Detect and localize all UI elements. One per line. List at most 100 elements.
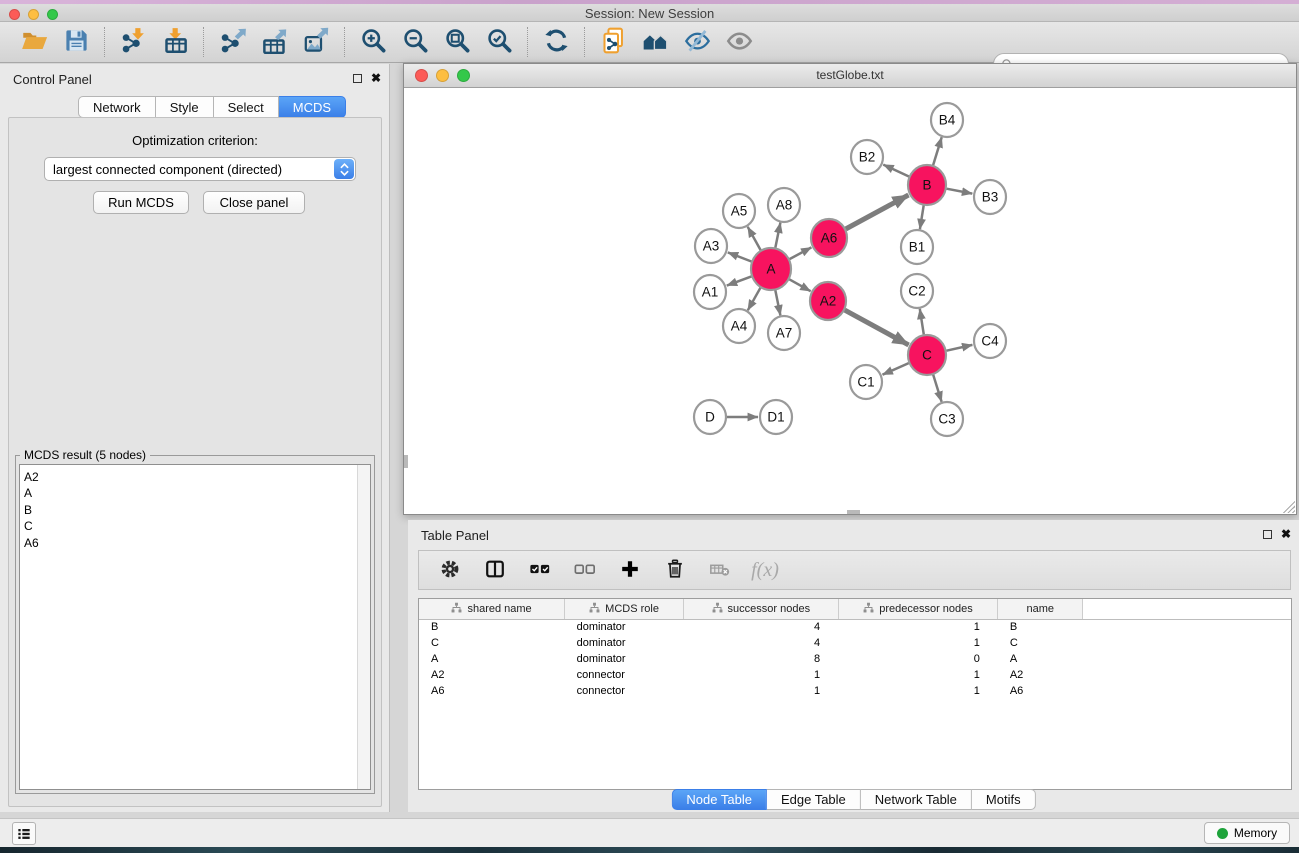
result-list-scrollbar[interactable] <box>357 465 370 789</box>
uncheck-all-button[interactable] <box>570 555 600 585</box>
eye-button[interactable] <box>722 25 756 59</box>
table-cell[interactable]: 8 <box>683 651 838 667</box>
column-header-shared-name[interactable]: shared name <box>419 599 565 619</box>
tab-select[interactable]: Select <box>214 96 279 118</box>
edge-A-A2[interactable] <box>789 279 810 291</box>
edge-C-C4[interactable] <box>947 345 973 351</box>
table-cell[interactable]: 0 <box>838 651 998 667</box>
mcds-result-list[interactable]: A2ABCA6 <box>19 464 371 790</box>
table-cell[interactable]: B <box>419 619 565 635</box>
canvas-horizontal-scroll-thumb[interactable] <box>847 510 860 514</box>
table-cell[interactable]: 1 <box>838 635 998 651</box>
edge-A-A5[interactable] <box>748 227 761 251</box>
node-A6[interactable]: A6 <box>811 219 847 257</box>
node-A1[interactable]: A1 <box>694 275 726 309</box>
tab-network[interactable]: Network <box>78 96 156 118</box>
node-C1[interactable]: C1 <box>850 365 882 399</box>
export-image-button[interactable] <box>299 25 333 59</box>
table-cell[interactable]: A2 <box>998 667 1083 683</box>
node-A8[interactable]: A8 <box>768 188 800 222</box>
edge-A-A8[interactable] <box>775 223 780 249</box>
result-item[interactable]: A <box>24 485 370 501</box>
zoom-out-button[interactable] <box>398 25 432 59</box>
node-A7[interactable]: A7 <box>768 316 800 350</box>
save-button[interactable] <box>59 25 93 59</box>
table-cell[interactable]: 1 <box>838 683 998 699</box>
table-row[interactable]: Bdominator41B <box>419 619 1291 635</box>
close-table-panel-icon[interactable]: ✖ <box>1281 528 1291 540</box>
node-A3[interactable]: A3 <box>695 229 727 263</box>
node-B3[interactable]: B3 <box>974 180 1006 214</box>
table-cell[interactable]: 4 <box>683 635 838 651</box>
result-item[interactable]: B <box>24 502 370 518</box>
table-cell[interactable]: A6 <box>998 683 1083 699</box>
table-cell[interactable]: A <box>998 651 1083 667</box>
node-C3[interactable]: C3 <box>931 402 963 436</box>
table-cell[interactable]: A <box>419 651 565 667</box>
edge-A2-C[interactable] <box>845 310 909 345</box>
tab-edge-table[interactable]: Edge Table <box>767 789 861 810</box>
node-A4[interactable]: A4 <box>723 309 755 343</box>
canvas-vertical-scroll-thumb[interactable] <box>404 455 408 468</box>
table-cell[interactable]: 4 <box>683 619 838 635</box>
add-row-button[interactable] <box>615 555 645 585</box>
tab-style[interactable]: Style <box>156 96 214 118</box>
result-item[interactable]: A2 <box>24 469 370 485</box>
node-A5[interactable]: A5 <box>723 194 755 228</box>
table-cell[interactable]: A6 <box>419 683 565 699</box>
node-D1[interactable]: D1 <box>760 400 792 434</box>
float-panel-icon[interactable] <box>353 74 362 83</box>
node-B1[interactable]: B1 <box>901 230 933 264</box>
edge-A-A1[interactable] <box>727 276 752 285</box>
close-panel-button[interactable]: Close panel <box>203 191 305 214</box>
export-network-button[interactable] <box>215 25 249 59</box>
eye-slash-button[interactable] <box>680 25 714 59</box>
table-row[interactable]: A2connector11A2 <box>419 667 1291 683</box>
main-titlebar[interactable]: Session: New Session <box>0 4 1299 22</box>
node-B4[interactable]: B4 <box>931 103 963 137</box>
zoom-fit-button[interactable] <box>440 25 474 59</box>
table-row[interactable]: A6connector11A6 <box>419 683 1291 699</box>
column-header-predecessor-nodes[interactable]: predecessor nodes <box>838 599 998 619</box>
network-from-file-button[interactable] <box>596 25 630 59</box>
edge-C-C3[interactable] <box>933 374 942 402</box>
close-panel-icon[interactable]: ✖ <box>371 72 381 84</box>
table-cell[interactable]: 1 <box>683 683 838 699</box>
node-A2[interactable]: A2 <box>810 282 846 320</box>
edge-B-B1[interactable] <box>920 205 924 230</box>
edge-A-A3[interactable] <box>728 252 752 261</box>
run-mcds-button[interactable]: Run MCDS <box>93 191 189 214</box>
edge-A6-B[interactable] <box>846 195 909 229</box>
table-cell[interactable]: 1 <box>838 667 998 683</box>
task-history-button[interactable] <box>12 822 36 845</box>
table-cell[interactable]: connector <box>565 683 684 699</box>
split-columns-button[interactable] <box>480 555 510 585</box>
node-C4[interactable]: C4 <box>974 324 1006 358</box>
criterion-dropdown[interactable]: largest connected component (directed) <box>44 157 356 181</box>
node-A[interactable]: A <box>751 248 791 290</box>
network-view-window[interactable]: testGlobe.txt A A5 A8 A3 A1 A4 A7 <box>403 63 1297 515</box>
zoom-selected-button[interactable] <box>482 25 516 59</box>
zoom-in-button[interactable] <box>356 25 390 59</box>
edge-B-B3[interactable] <box>947 189 973 194</box>
network-window-titlebar[interactable]: testGlobe.txt <box>404 64 1296 88</box>
home-button[interactable] <box>638 25 672 59</box>
result-item[interactable]: C <box>24 518 370 534</box>
gear-button[interactable] <box>435 555 465 585</box>
export-table-button[interactable] <box>257 25 291 59</box>
open-folder-button[interactable] <box>17 25 51 59</box>
table-cell[interactable]: 1 <box>683 667 838 683</box>
result-item[interactable]: A6 <box>24 535 370 551</box>
memory-button[interactable]: Memory <box>1204 822 1290 844</box>
edge-A-A4[interactable] <box>748 287 761 310</box>
refresh-button[interactable] <box>539 25 573 59</box>
table-cell[interactable]: A2 <box>419 667 565 683</box>
node-C2[interactable]: C2 <box>901 274 933 308</box>
tab-motifs[interactable]: Motifs <box>972 789 1036 810</box>
import-table-button[interactable] <box>158 25 192 59</box>
table-row[interactable]: Cdominator41C <box>419 635 1291 651</box>
delete-row-button[interactable] <box>660 555 690 585</box>
tab-mcds[interactable]: MCDS <box>279 96 346 118</box>
node-B[interactable]: B <box>908 165 946 205</box>
table-cell[interactable]: 1 <box>838 619 998 635</box>
